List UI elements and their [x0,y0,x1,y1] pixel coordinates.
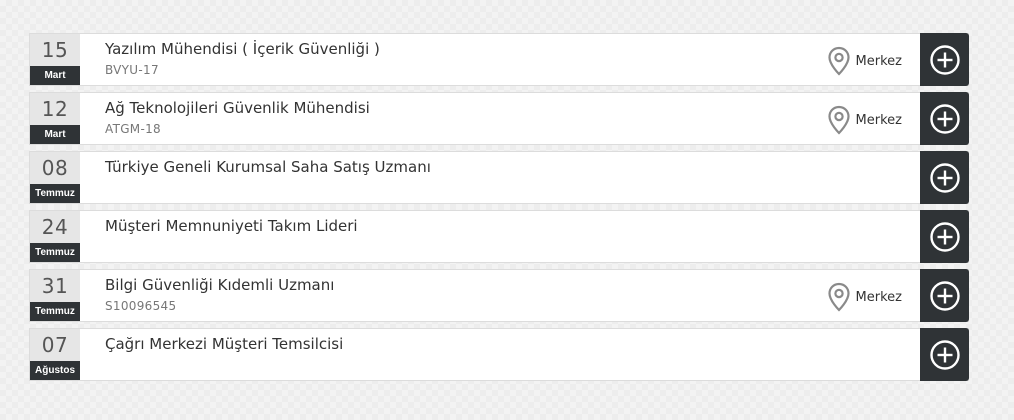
add-button[interactable] [920,92,969,145]
add-button[interactable] [920,151,969,204]
date-day: 12 [41,97,69,121]
date-month: Mart [30,125,80,144]
job-code: ATGM-18 [105,122,161,136]
job-item[interactable]: 07 Ağustos Çağrı Merkezi Müşteri Temsilc… [29,328,969,381]
job-item[interactable]: 31 Temmuz Bilgi Güvenliği Kıdemli Uzmanı… [29,269,969,322]
plus-circle-icon [929,44,960,75]
job-item[interactable]: 15 Mart Yazılım Mühendisi ( İçerik Güven… [29,33,969,86]
job-item[interactable]: 24 Temmuz Müşteri Memnuniyeti Takım Lide… [29,210,969,263]
job-title[interactable]: Bilgi Güvenliği Kıdemli Uzmanı [105,276,334,294]
date-badge: 12 Mart [30,93,80,144]
date-badge: 24 Temmuz [30,211,80,262]
date-month: Temmuz [30,184,80,203]
date-day: 07 [41,333,69,357]
plus-circle-icon [929,103,960,134]
date-month: Temmuz [30,302,80,321]
plus-circle-icon [929,221,960,252]
date-badge: 08 Temmuz [30,152,80,203]
job-code: S10096545 [105,299,177,313]
map-pin-icon [827,46,850,76]
job-title[interactable]: Yazılım Mühendisi ( İçerik Güvenliği ) [105,40,380,58]
job-location: Merkez [827,282,902,312]
location-label: Merkez [855,53,902,69]
job-code: BVYU-17 [105,63,159,77]
date-month: Temmuz [30,243,80,262]
date-day: 31 [41,274,69,298]
date-badge: 31 Temmuz [30,270,80,321]
add-button[interactable] [920,33,969,86]
date-day: 15 [41,38,69,62]
map-pin-icon [827,105,850,135]
job-title[interactable]: Türkiye Geneli Kurumsal Saha Satış Uzman… [105,158,431,176]
job-item[interactable]: 12 Mart Ağ Teknolojileri Güvenlik Mühend… [29,92,969,145]
date-month: Mart [30,66,80,85]
plus-circle-icon [929,339,960,370]
date-day: 08 [41,156,69,180]
date-badge: 07 Ağustos [30,329,80,380]
plus-circle-icon [929,280,960,311]
date-badge: 15 Mart [30,34,80,85]
add-button[interactable] [920,210,969,263]
add-button[interactable] [920,328,969,381]
job-title[interactable]: Ağ Teknolojileri Güvenlik Mühendisi [105,99,370,117]
date-day: 24 [41,215,69,239]
job-location: Merkez [827,46,902,76]
job-title[interactable]: Müşteri Memnuniyeti Takım Lideri [105,217,358,235]
add-button[interactable] [920,269,969,322]
job-list: 15 Mart Yazılım Mühendisi ( İçerik Güven… [29,33,969,387]
location-label: Merkez [855,289,902,305]
job-title[interactable]: Çağrı Merkezi Müşteri Temsilcisi [105,335,343,353]
map-pin-icon [827,282,850,312]
location-label: Merkez [855,112,902,128]
plus-circle-icon [929,162,960,193]
job-item[interactable]: 08 Temmuz Türkiye Geneli Kurumsal Saha S… [29,151,969,204]
date-month: Ağustos [30,361,80,380]
job-location: Merkez [827,105,902,135]
